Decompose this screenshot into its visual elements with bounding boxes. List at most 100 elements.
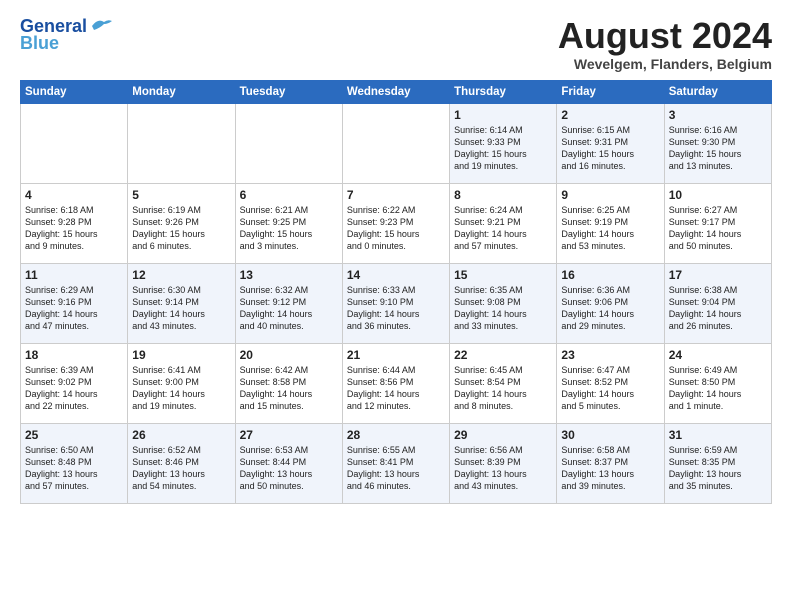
day-number: 13: [240, 268, 338, 282]
weekday-header-tuesday: Tuesday: [235, 80, 342, 103]
day-number: 24: [669, 348, 767, 362]
day-number: 29: [454, 428, 552, 442]
calendar-cell: 26 Sunrise: 6:52 AM Sunset: 8:46 PM Dayli…: [128, 423, 235, 503]
day-number: 1: [454, 108, 552, 122]
day-info: Sunrise: 6:41 AM Sunset: 9:00 PM Dayligh…: [132, 364, 230, 413]
day-number: 10: [669, 188, 767, 202]
calendar-cell: 8 Sunrise: 6:24 AM Sunset: 9:21 PM Daylig…: [450, 183, 557, 263]
page: General Blue August 2024 Wevelgem, Fland…: [0, 0, 792, 612]
day-number: 27: [240, 428, 338, 442]
calendar-cell: [21, 103, 128, 183]
calendar-cell: [342, 103, 449, 183]
day-number: 31: [669, 428, 767, 442]
day-info: Sunrise: 6:19 AM Sunset: 9:26 PM Dayligh…: [132, 204, 230, 253]
calendar-cell: 3Sunrise: 6:16 AM Sunset: 9:30 PM Daylig…: [664, 103, 771, 183]
day-number: 18: [25, 348, 123, 362]
location: Wevelgem, Flanders, Belgium: [558, 56, 772, 72]
calendar-cell: 16 Sunrise: 6:36 AM Sunset: 9:06 PM Dayli…: [557, 263, 664, 343]
calendar-cell: 27 Sunrise: 6:53 AM Sunset: 8:44 PM Dayli…: [235, 423, 342, 503]
day-info: Sunrise: 6:58 AM Sunset: 8:37 PM Dayligh…: [561, 444, 659, 493]
weekday-header-row: SundayMondayTuesdayWednesdayThursdayFrid…: [21, 80, 772, 103]
day-number: 22: [454, 348, 552, 362]
day-number: 15: [454, 268, 552, 282]
header: General Blue August 2024 Wevelgem, Fland…: [20, 16, 772, 72]
day-info: Sunrise: 6:56 AM Sunset: 8:39 PM Dayligh…: [454, 444, 552, 493]
day-number: 26: [132, 428, 230, 442]
title-block: August 2024 Wevelgem, Flanders, Belgium: [558, 16, 772, 72]
day-number: 6: [240, 188, 338, 202]
calendar-cell: 29 Sunrise: 6:56 AM Sunset: 8:39 PM Dayli…: [450, 423, 557, 503]
calendar-cell: 15Sunrise: 6:35 AM Sunset: 9:08 PM Dayli…: [450, 263, 557, 343]
calendar-cell: 12 Sunrise: 6:30 AM Sunset: 9:14 PM Dayli…: [128, 263, 235, 343]
day-info: Sunrise: 6:25 AM Sunset: 9:19 PM Dayligh…: [561, 204, 659, 253]
calendar-cell: 21 Sunrise: 6:44 AM Sunset: 8:56 PM Dayli…: [342, 343, 449, 423]
day-info: Sunrise: 6:52 AM Sunset: 8:46 PM Dayligh…: [132, 444, 230, 493]
calendar-cell: 1 Sunrise: 6:14 AM Sunset: 9:33 PM Daylig…: [450, 103, 557, 183]
calendar-cell: 23Sunrise: 6:47 AM Sunset: 8:52 PM Dayli…: [557, 343, 664, 423]
month-title: August 2024: [558, 16, 772, 56]
calendar-week-row: 11Sunrise: 6:29 AM Sunset: 9:16 PM Dayli…: [21, 263, 772, 343]
calendar-cell: 17 Sunrise: 6:38 AM Sunset: 9:04 PM Dayli…: [664, 263, 771, 343]
day-number: 3: [669, 108, 767, 122]
day-number: 11: [25, 268, 123, 282]
calendar-cell: 22 Sunrise: 6:45 AM Sunset: 8:54 PM Dayli…: [450, 343, 557, 423]
day-info: Sunrise: 6:18 AM Sunset: 9:28 PM Dayligh…: [25, 204, 123, 253]
day-number: 12: [132, 268, 230, 282]
calendar-cell: 19 Sunrise: 6:41 AM Sunset: 9:00 PM Dayli…: [128, 343, 235, 423]
day-info: Sunrise: 6:27 AM Sunset: 9:17 PM Dayligh…: [669, 204, 767, 253]
calendar-week-row: 25Sunrise: 6:50 AM Sunset: 8:48 PM Dayli…: [21, 423, 772, 503]
day-info: Sunrise: 6:59 AM Sunset: 8:35 PM Dayligh…: [669, 444, 767, 493]
day-number: 20: [240, 348, 338, 362]
calendar-cell: 18 Sunrise: 6:39 AM Sunset: 9:02 PM Dayli…: [21, 343, 128, 423]
calendar-cell: [235, 103, 342, 183]
calendar-week-row: 18 Sunrise: 6:39 AM Sunset: 9:02 PM Dayli…: [21, 343, 772, 423]
calendar-cell: 6 Sunrise: 6:21 AM Sunset: 9:25 PM Daylig…: [235, 183, 342, 263]
weekday-header-saturday: Saturday: [664, 80, 771, 103]
day-number: 16: [561, 268, 659, 282]
day-info: Sunrise: 6:42 AM Sunset: 8:58 PM Dayligh…: [240, 364, 338, 413]
day-info: Sunrise: 6:21 AM Sunset: 9:25 PM Dayligh…: [240, 204, 338, 253]
day-info: Sunrise: 6:53 AM Sunset: 8:44 PM Dayligh…: [240, 444, 338, 493]
day-number: 8: [454, 188, 552, 202]
day-info: Sunrise: 6:50 AM Sunset: 8:48 PM Dayligh…: [25, 444, 123, 493]
day-info: Sunrise: 6:30 AM Sunset: 9:14 PM Dayligh…: [132, 284, 230, 333]
day-number: 7: [347, 188, 445, 202]
calendar-week-row: 1 Sunrise: 6:14 AM Sunset: 9:33 PM Daylig…: [21, 103, 772, 183]
day-info: Sunrise: 6:39 AM Sunset: 9:02 PM Dayligh…: [25, 364, 123, 413]
calendar-cell: 31 Sunrise: 6:59 AM Sunset: 8:35 PM Dayli…: [664, 423, 771, 503]
calendar-cell: 7Sunrise: 6:22 AM Sunset: 9:23 PM Daylig…: [342, 183, 449, 263]
day-number: 21: [347, 348, 445, 362]
day-info: Sunrise: 6:32 AM Sunset: 9:12 PM Dayligh…: [240, 284, 338, 333]
weekday-header-friday: Friday: [557, 80, 664, 103]
calendar-cell: 28 Sunrise: 6:55 AM Sunset: 8:41 PM Dayli…: [342, 423, 449, 503]
calendar-cell: 9Sunrise: 6:25 AM Sunset: 9:19 PM Daylig…: [557, 183, 664, 263]
day-number: 4: [25, 188, 123, 202]
day-number: 5: [132, 188, 230, 202]
day-info: Sunrise: 6:49 AM Sunset: 8:50 PM Dayligh…: [669, 364, 767, 413]
calendar-week-row: 4 Sunrise: 6:18 AM Sunset: 9:28 PM Daylig…: [21, 183, 772, 263]
day-info: Sunrise: 6:36 AM Sunset: 9:06 PM Dayligh…: [561, 284, 659, 333]
day-info: Sunrise: 6:14 AM Sunset: 9:33 PM Dayligh…: [454, 124, 552, 173]
day-info: Sunrise: 6:38 AM Sunset: 9:04 PM Dayligh…: [669, 284, 767, 333]
day-info: Sunrise: 6:45 AM Sunset: 8:54 PM Dayligh…: [454, 364, 552, 413]
calendar-cell: 20 Sunrise: 6:42 AM Sunset: 8:58 PM Dayli…: [235, 343, 342, 423]
logo-bird-icon: [90, 16, 112, 34]
day-number: 19: [132, 348, 230, 362]
day-number: 28: [347, 428, 445, 442]
day-info: Sunrise: 6:47 AM Sunset: 8:52 PM Dayligh…: [561, 364, 659, 413]
calendar-cell: 11Sunrise: 6:29 AM Sunset: 9:16 PM Dayli…: [21, 263, 128, 343]
logo-blue: Blue: [20, 33, 59, 54]
day-number: 30: [561, 428, 659, 442]
day-info: Sunrise: 6:55 AM Sunset: 8:41 PM Dayligh…: [347, 444, 445, 493]
day-info: Sunrise: 6:44 AM Sunset: 8:56 PM Dayligh…: [347, 364, 445, 413]
day-info: Sunrise: 6:24 AM Sunset: 9:21 PM Dayligh…: [454, 204, 552, 253]
day-number: 17: [669, 268, 767, 282]
calendar-cell: 14Sunrise: 6:33 AM Sunset: 9:10 PM Dayli…: [342, 263, 449, 343]
calendar-cell: 2 Sunrise: 6:15 AM Sunset: 9:31 PM Daylig…: [557, 103, 664, 183]
day-number: 2: [561, 108, 659, 122]
calendar-cell: 25Sunrise: 6:50 AM Sunset: 8:48 PM Dayli…: [21, 423, 128, 503]
weekday-header-thursday: Thursday: [450, 80, 557, 103]
calendar-table: SundayMondayTuesdayWednesdayThursdayFrid…: [20, 80, 772, 504]
day-info: Sunrise: 6:15 AM Sunset: 9:31 PM Dayligh…: [561, 124, 659, 173]
day-info: Sunrise: 6:33 AM Sunset: 9:10 PM Dayligh…: [347, 284, 445, 333]
